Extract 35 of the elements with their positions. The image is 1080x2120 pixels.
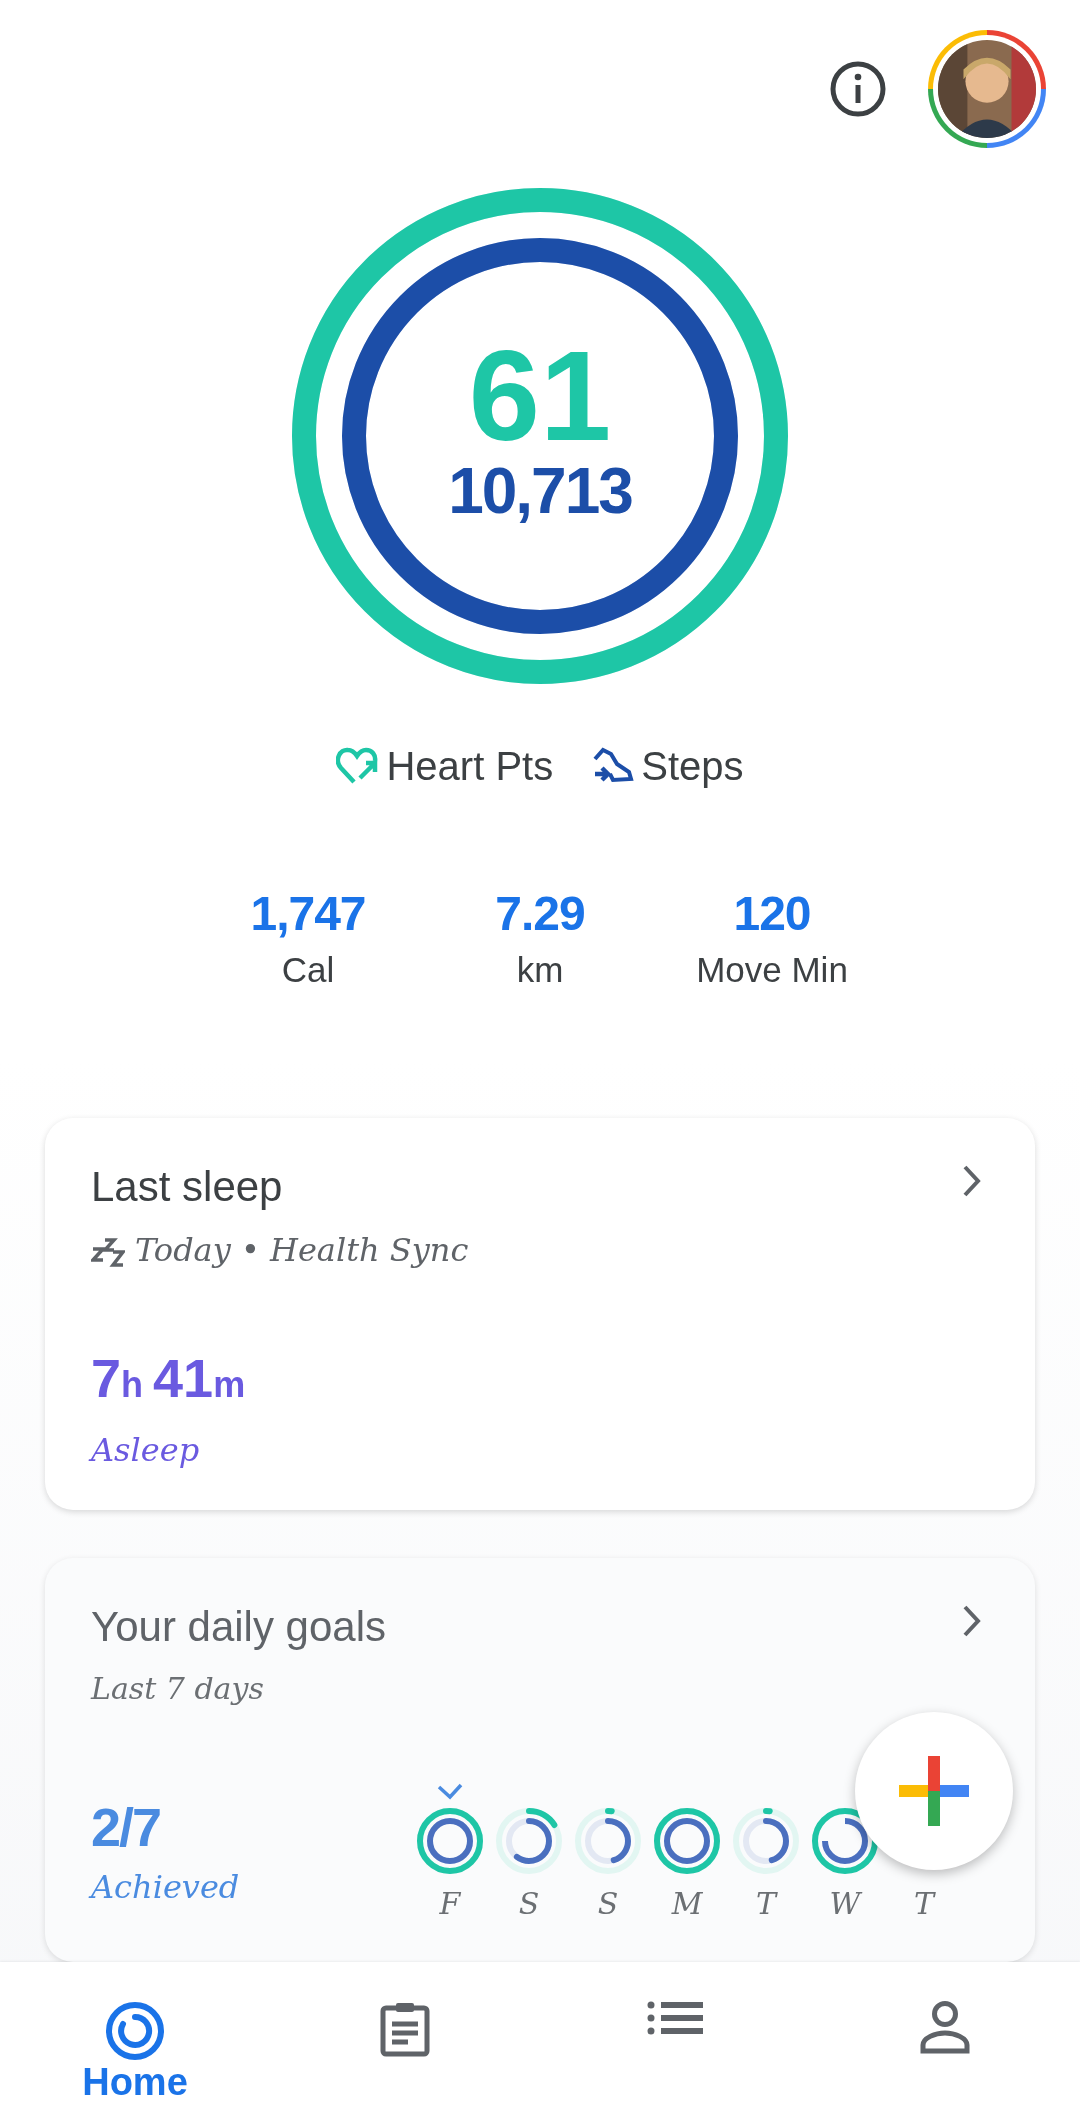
legend-label: Heart Pts	[386, 743, 554, 790]
sleep-card[interactable]: Last sleep Today • Health Sync 7h 41m Asleep	[45, 1118, 1035, 1510]
card-title: Last sleep	[91, 1162, 283, 1212]
day-label: M	[671, 1885, 703, 1923]
card-title: Your daily goals	[91, 1602, 386, 1652]
legend-label: Steps	[641, 743, 744, 790]
day-label: W	[829, 1885, 861, 1923]
day-label: S	[597, 1885, 619, 1923]
nav-tab[interactable]: Home	[0, 1962, 270, 2120]
day-label: F	[439, 1885, 461, 1923]
day-label: S	[518, 1885, 540, 1923]
day-label: T	[756, 1885, 776, 1923]
sleep-duration: 7h 41m	[91, 1348, 247, 1410]
day-label: T	[914, 1885, 934, 1923]
stat-label: Cal	[281, 949, 335, 991]
stat-value: 7.29	[495, 886, 585, 942]
goals-period: Last 7 days	[91, 1670, 265, 1708]
stat-value: 1,747	[250, 886, 366, 942]
heart-points-value: 61	[468, 336, 612, 456]
stat-value: 120	[733, 886, 811, 942]
steps-value: 10,713	[448, 456, 632, 526]
sleep-source: Today • Health Sync	[135, 1230, 469, 1271]
plus-icon	[899, 1756, 969, 1826]
chevron-right-icon	[961, 1164, 983, 1198]
info-icon	[829, 60, 887, 118]
list-icon	[647, 2000, 703, 2036]
stat-label: km	[516, 949, 564, 991]
stat-label: Move Min	[696, 949, 848, 991]
info-button[interactable]	[828, 59, 888, 119]
goals-card[interactable]: Your daily goals Last 7 days 2/7 Achieved F S S M T W T	[45, 1558, 1035, 1962]
clipboard-icon	[379, 2000, 431, 2058]
person-icon	[920, 2000, 970, 2054]
chevron-right-icon	[961, 1604, 983, 1638]
ring-icon	[104, 2000, 166, 2062]
achieved-count: 2/7	[91, 1797, 162, 1857]
